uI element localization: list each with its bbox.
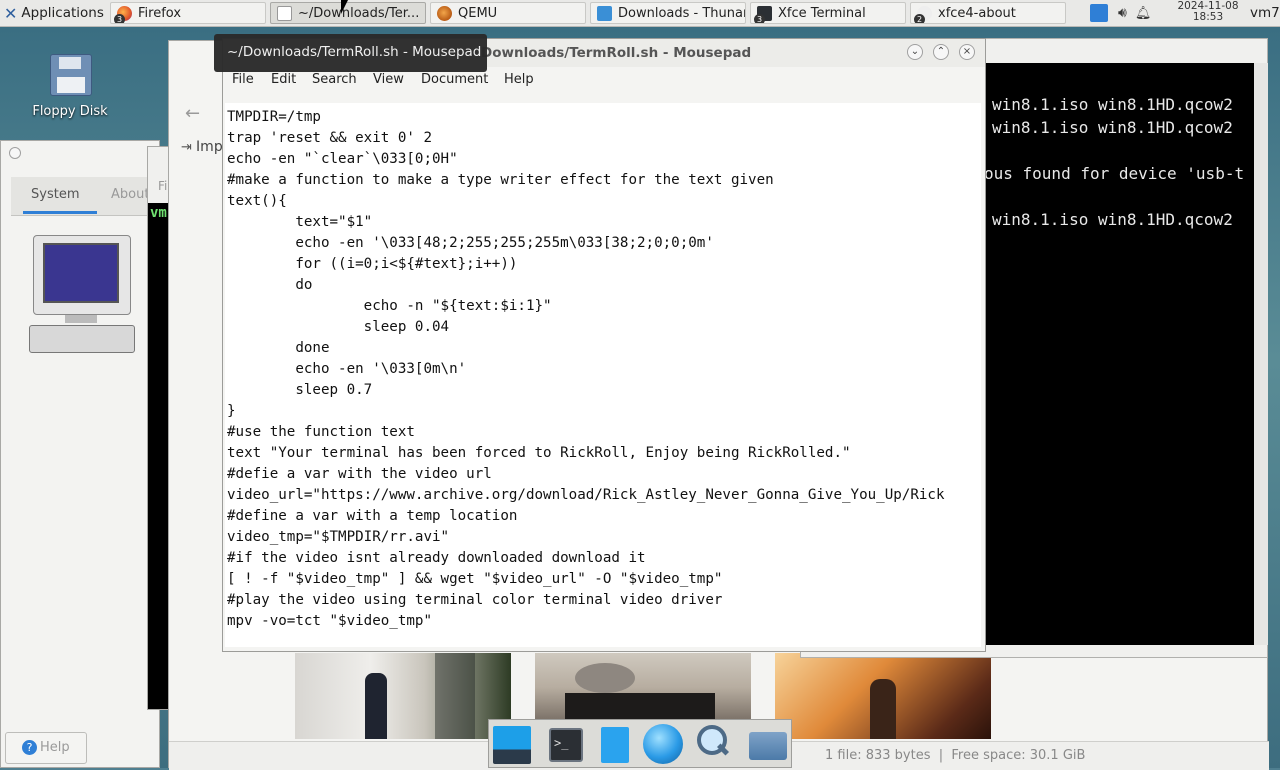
- code-line: TMPDIR=/tmp: [227, 109, 321, 125]
- help-icon: ?: [22, 740, 37, 755]
- clock[interactable]: 2024-11-08 18:53: [1172, 1, 1244, 23]
- task-xfce4-about[interactable]: 2 xfce4-about: [910, 2, 1066, 24]
- about-window: System About ? Help: [0, 140, 161, 768]
- floppy-disk-label: Floppy Disk: [32, 104, 108, 119]
- folder-icon[interactable]: [749, 732, 787, 760]
- import-button[interactable]: ⇥ Imp: [181, 139, 223, 155]
- small-terminal-title: Fi: [158, 179, 168, 193]
- applications-menu-button[interactable]: ✕ Applications: [0, 0, 104, 26]
- floppy-disk-icon: [50, 54, 92, 96]
- code-line: #if the video isnt already downloaded do…: [227, 550, 646, 566]
- tab-system[interactable]: System: [17, 177, 97, 215]
- task-thunar[interactable]: Downloads - Thunar: [590, 2, 746, 24]
- code-line: }: [227, 403, 236, 419]
- terminal-line: win8.1.iso win8.1HD.qcow2: [992, 118, 1233, 137]
- top-panel: ✕ Applications 3 Firefox ~/Downloads/Ter…: [0, 0, 1280, 27]
- dock: >_: [488, 719, 792, 768]
- text-editor-icon: [277, 5, 292, 21]
- volume-icon[interactable]: 🔊︎: [1118, 5, 1127, 21]
- thumbnail-whitehouse[interactable]: [295, 653, 511, 739]
- floppy-disk-desktop-icon[interactable]: Floppy Disk: [20, 50, 120, 124]
- thumbnail-concert[interactable]: [775, 653, 991, 739]
- user-name[interactable]: vm7: [1250, 5, 1280, 21]
- about-close-icon[interactable]: [9, 147, 21, 159]
- about-icon: 2: [914, 5, 932, 23]
- code-line: echo -n "${text:$i:1}": [227, 298, 552, 314]
- help-button[interactable]: ? Help: [5, 732, 87, 764]
- terminal-line: ous found for device 'usb-t: [984, 164, 1245, 183]
- code-line: echo -en '\033[48;2;255;255;255m\033[38;…: [227, 235, 714, 251]
- code-line: text "Your terminal has been forced to R…: [227, 445, 851, 461]
- code-line: echo -en '\033[0m\n': [227, 361, 467, 377]
- task-qemu[interactable]: QEMU: [430, 2, 586, 24]
- terminal-line: win8.1.iso win8.1HD.qcow2: [992, 95, 1233, 114]
- mouse-cursor: [341, 0, 348, 14]
- code-line: text="$1": [227, 214, 373, 230]
- import-icon: ⇥: [181, 140, 192, 155]
- mousepad-maximize-icon[interactable]: ⌃: [933, 44, 949, 60]
- mousepad-minimize-icon[interactable]: ⌄: [907, 44, 923, 60]
- web-browser-icon[interactable]: [643, 724, 683, 764]
- code-line: sleep 0.7: [227, 382, 373, 398]
- code-line: echo -en "`clear`\033[0;0H": [227, 151, 458, 167]
- menu-edit[interactable]: Edit: [271, 72, 296, 87]
- code-line: for ((i=0;i<${#text};i++)): [227, 256, 518, 272]
- code-line: text(){: [227, 193, 287, 209]
- notification-bell-icon[interactable]: 🔔︎: [1135, 6, 1152, 21]
- about-tabs: System About: [11, 177, 161, 216]
- back-arrow-icon[interactable]: ←: [185, 103, 200, 124]
- qemu-icon: [437, 5, 452, 21]
- code-editor[interactable]: TMPDIR=/tmp trap 'reset && exit 0' 2 echo …: [225, 103, 981, 647]
- code-line: video_tmp="$TMPDIR/rr.avi": [227, 529, 450, 545]
- menu-document[interactable]: Document: [421, 72, 488, 87]
- code-line: #play the video using terminal color ter…: [227, 592, 723, 608]
- menu-help[interactable]: Help: [504, 72, 534, 87]
- code-line: trap 'reset && exit 0' 2: [227, 130, 432, 146]
- terminal-small-icon: 3: [754, 5, 772, 23]
- system-tray: 🔊︎ 🔔︎: [1090, 0, 1159, 26]
- task-mousepad[interactable]: ~/Downloads/Ter...: [270, 2, 426, 24]
- code-line: video_url="https://www.archive.org/downl…: [227, 487, 945, 503]
- computer-icon: [29, 235, 135, 355]
- code-line: do: [227, 277, 313, 293]
- task-firefox[interactable]: 3 Firefox: [110, 2, 266, 24]
- terminal-icon[interactable]: >_: [549, 728, 583, 762]
- prompt-fragment: vm: [150, 205, 167, 221]
- menu-search[interactable]: Search: [312, 72, 357, 87]
- terminal-line: win8.1.iso win8.1HD.qcow2: [992, 210, 1233, 229]
- code-line: mpv -vo=tct "$video_tmp": [227, 613, 432, 629]
- code-line: [ ! -f "$video_tmp" ] && wget "$video_ur…: [227, 571, 723, 587]
- mousepad-window: Downloads/TermRoll.sh - Mousepad ⌄ ⌃ × F…: [222, 38, 986, 652]
- menu-file[interactable]: File: [232, 72, 254, 87]
- terminal-scrollbar[interactable]: [1254, 63, 1268, 645]
- code-line: #define a var with a temp location: [227, 508, 518, 524]
- show-desktop-icon[interactable]: [493, 726, 531, 764]
- code-line: sleep 0.04: [227, 319, 450, 335]
- code-line: done: [227, 340, 330, 356]
- file-manager-icon[interactable]: [601, 727, 629, 763]
- thunar-icon: [597, 5, 612, 21]
- task-xfce-terminal[interactable]: 3 Xfce Terminal: [750, 2, 906, 24]
- menu-view[interactable]: View: [373, 72, 404, 87]
- window-title-tooltip: ~/Downloads/TermRoll.sh - Mousepad: [214, 34, 487, 72]
- firefox-icon: 3: [114, 5, 132, 23]
- app-finder-icon[interactable]: [695, 725, 730, 759]
- code-line: #defie a var with the video url: [227, 466, 492, 482]
- mousepad-close-icon[interactable]: ×: [959, 44, 975, 60]
- network-icon[interactable]: [1090, 4, 1108, 22]
- xfce-logo-icon: ✕: [4, 3, 18, 23]
- code-line: #make a function to make a type writer e…: [227, 172, 774, 188]
- mousepad-title: Downloads/TermRoll.sh - Mousepad: [481, 45, 752, 61]
- code-line: #use the function text: [227, 424, 415, 440]
